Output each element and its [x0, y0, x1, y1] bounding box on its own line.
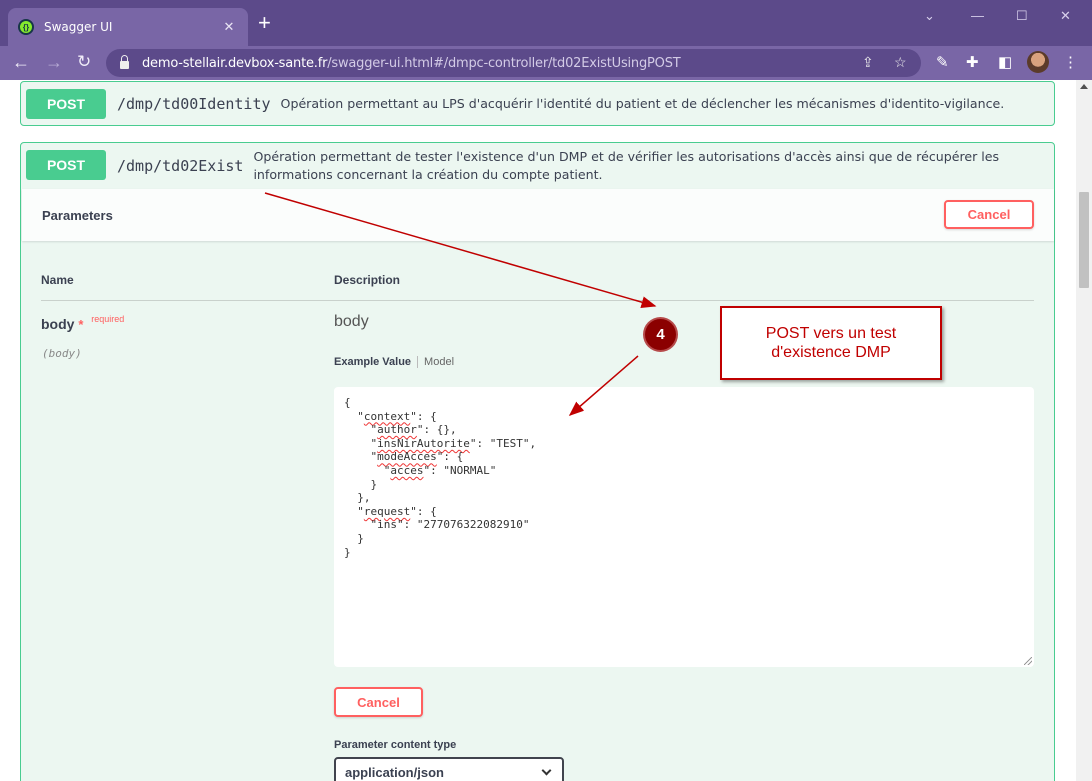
operation-description-line1: Opération permettant de tester l'existen…: [253, 149, 1000, 164]
callout-line2: d'existence DMP: [771, 344, 891, 361]
opblock-td00identity[interactable]: POST /dmp/td00Identity Opération permett…: [20, 81, 1055, 126]
annotation-callout: POST vers un test d'existence DMP: [720, 306, 942, 380]
minimize-icon[interactable]: —: [971, 8, 984, 23]
operation-description-line2: informations concernant la création du c…: [253, 167, 603, 182]
close-tab-icon[interactable]: ✕: [220, 19, 238, 35]
swagger-page: POST /dmp/td00Identity Opération permett…: [0, 80, 1076, 781]
param-description: body: [334, 313, 369, 330]
share-icon[interactable]: ⇪: [862, 54, 874, 71]
reload-icon[interactable]: ↻: [77, 52, 91, 72]
eyedropper-extension-icon[interactable]: ✎: [936, 53, 949, 71]
chevron-down-icon: [541, 765, 552, 776]
parameters-header: Parameters: [22, 189, 1054, 241]
browser-titlebar: {} Swagger UI ✕ + ⌄ — ☐ ✕: [0, 0, 1092, 46]
operation-path: /dmp/td02Exist: [117, 157, 244, 175]
swagger-favicon-icon: {}: [18, 19, 34, 35]
col-header-description: Description: [334, 273, 401, 287]
scroll-thumb[interactable]: [1079, 192, 1089, 288]
opblock-td02exist: POST /dmp/td02Exist Opération permettant…: [20, 142, 1055, 781]
header-divider: [41, 300, 1034, 301]
tab-example-value[interactable]: Example Value: [334, 356, 419, 368]
bookmark-star-icon[interactable]: ☆: [894, 54, 907, 71]
example-tabs: Example Value Model: [334, 356, 454, 368]
browser-toolbar: ← → ↻ demo-stellair.devbox-sante.fr/swag…: [0, 46, 1092, 80]
callout-line1: POST vers un test: [765, 325, 897, 342]
page-scrollbar[interactable]: [1076, 80, 1092, 781]
method-badge: POST: [26, 150, 106, 180]
content-type-label: Parameter content type: [334, 739, 457, 751]
step-badge: 4: [645, 319, 676, 350]
operation-description: Opération permettant au LPS d'acquérir l…: [280, 96, 1005, 111]
body-json-textarea[interactable]: { "context": { "author": {}, "insNirAuto…: [334, 387, 1034, 667]
browser-tab[interactable]: {} Swagger UI ✕: [8, 8, 248, 46]
col-header-name: Name: [41, 273, 74, 287]
tab-search-icon[interactable]: ⌄: [924, 8, 935, 24]
tab-model[interactable]: Model: [418, 356, 454, 368]
parameters-title: Parameters: [42, 208, 113, 223]
method-badge: POST: [26, 89, 106, 119]
resize-handle-icon[interactable]: [1024, 657, 1032, 665]
tab-title: Swagger UI: [44, 20, 113, 34]
maximize-icon[interactable]: ☐: [1016, 8, 1028, 24]
cancel-button[interactable]: Cancel: [334, 687, 423, 717]
side-panel-icon[interactable]: ◧: [998, 53, 1012, 71]
content-type-select[interactable]: application/json: [334, 757, 564, 781]
menu-kebab-icon[interactable]: ⋮: [1063, 53, 1078, 71]
operation-path: /dmp/td00Identity: [117, 95, 271, 113]
back-icon[interactable]: ←: [12, 52, 30, 72]
forward-icon[interactable]: →: [45, 52, 63, 72]
extensions-puzzle-icon[interactable]: ✚: [966, 53, 979, 71]
param-name: body * required: [41, 314, 125, 332]
lock-icon: [120, 55, 129, 69]
url-text: demo-stellair.devbox-sante.fr/swagger-ui…: [142, 55, 681, 71]
param-in: (body): [42, 347, 82, 360]
required-label: required: [91, 314, 125, 324]
opblock-summary[interactable]: POST /dmp/td02Exist Opération permettant…: [26, 149, 1000, 184]
address-bar[interactable]: demo-stellair.devbox-sante.fr/swagger-ui…: [106, 49, 921, 77]
cancel-try-out-button[interactable]: Cancel: [944, 200, 1034, 229]
profile-avatar[interactable]: [1027, 51, 1049, 73]
required-star: *: [78, 317, 84, 332]
scroll-up-arrow-icon[interactable]: [1080, 84, 1088, 89]
new-tab-button[interactable]: +: [258, 12, 271, 34]
close-window-icon[interactable]: ✕: [1060, 8, 1071, 24]
